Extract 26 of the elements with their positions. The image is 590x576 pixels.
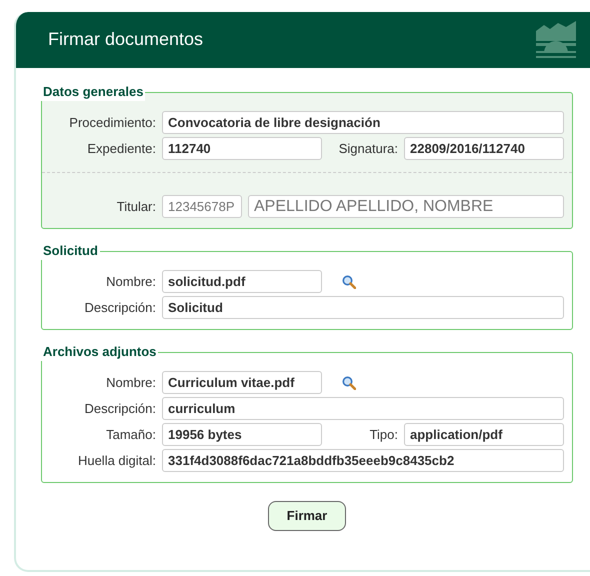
- text-field[interactable]: Convocatoria de libre designación: [162, 111, 564, 134]
- search-icon[interactable]: [342, 275, 356, 290]
- text-field[interactable]: 112740: [162, 137, 322, 160]
- text-field[interactable]: 19956 bytes: [162, 423, 322, 446]
- field-label: Tamaño:: [105, 426, 156, 444]
- text-field[interactable]: application/pdf: [404, 423, 564, 446]
- text-field[interactable]: curriculum: [162, 397, 564, 420]
- sign-button[interactable]: Firmar: [268, 501, 346, 530]
- field-label: Tipo:: [368, 426, 398, 444]
- bridge-logo-icon: [536, 21, 576, 59]
- field-label: Huella digital:: [76, 452, 156, 470]
- text-field[interactable]: solicitud.pdf: [162, 270, 322, 293]
- search-icon[interactable]: [342, 376, 356, 390]
- field-label: Descripción:: [83, 400, 156, 418]
- panel-title: Firmar documentos: [48, 29, 204, 51]
- field-label: Expediente:: [86, 140, 156, 158]
- field-label: Nombre:: [105, 272, 156, 291]
- text-field[interactable]: 331f4d3088f6dac721a8bddfb35eeeb9c8435cb2: [162, 449, 564, 472]
- field-label: Signatura:: [338, 140, 398, 158]
- field-label: Titular:: [116, 198, 156, 216]
- field-label: Nombre:: [105, 374, 156, 392]
- field-label: Descripción:: [83, 298, 156, 317]
- field-label: Procedimiento:: [68, 114, 156, 132]
- text-field[interactable]: 22809/2016/112740: [404, 137, 564, 160]
- text-field[interactable]: Curriculum vitae.pdf: [162, 371, 322, 394]
- text-field[interactable]: Solicitud: [162, 296, 564, 319]
